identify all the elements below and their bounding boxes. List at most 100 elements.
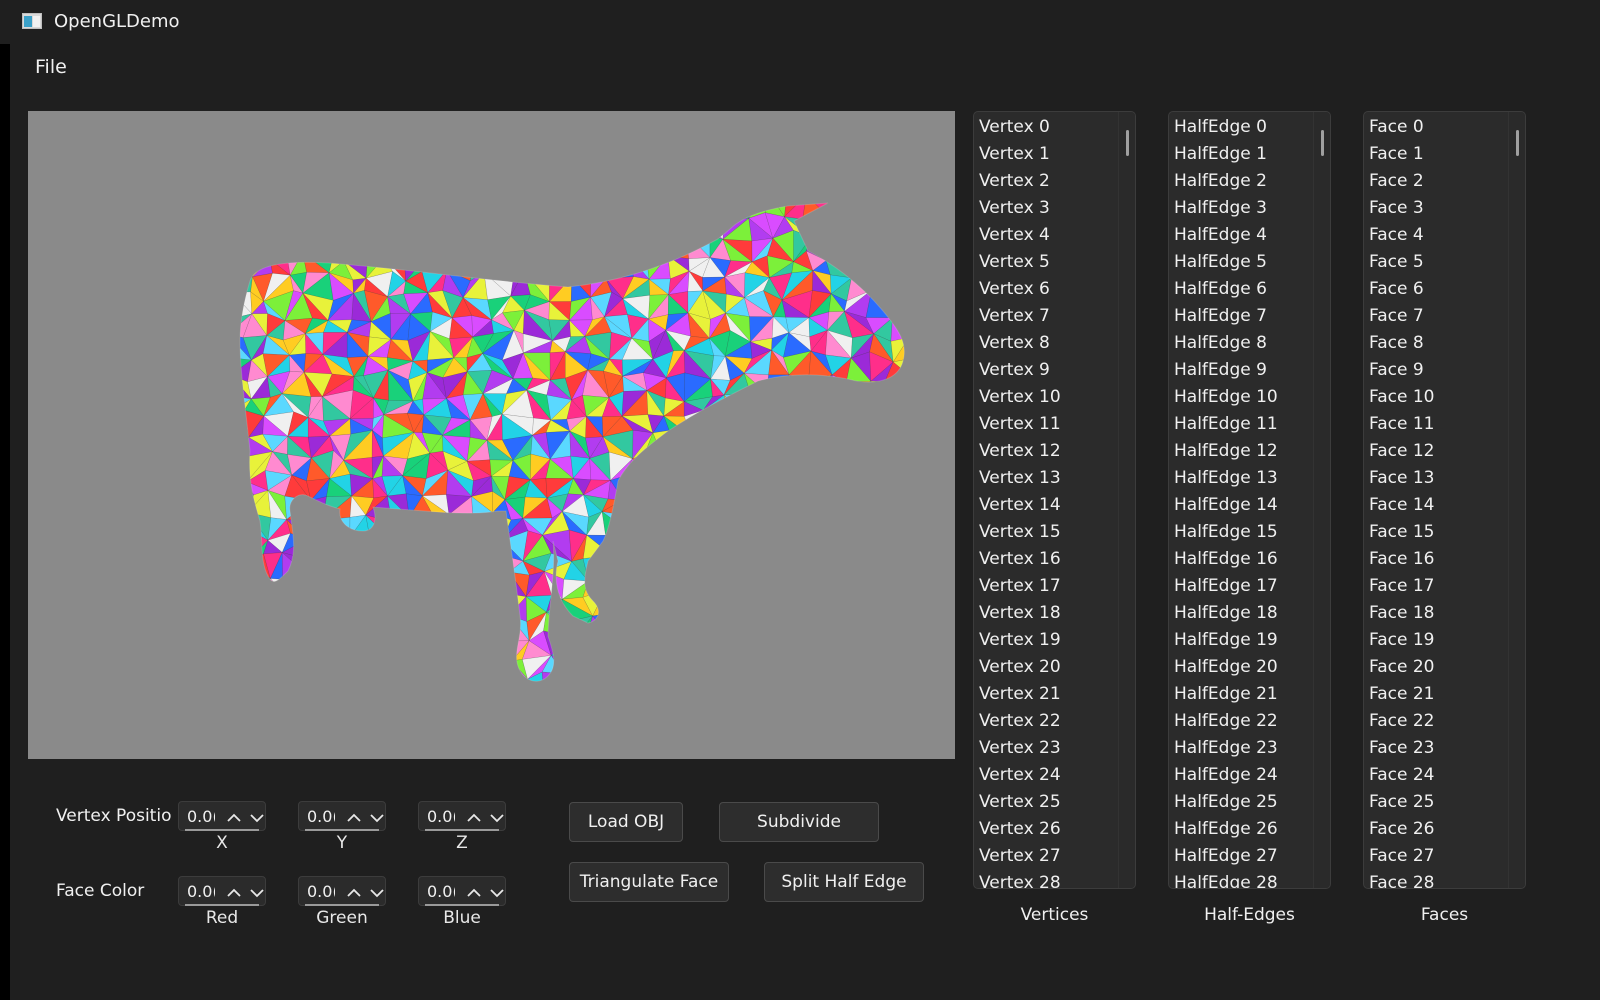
- menu-file[interactable]: File: [35, 56, 67, 78]
- chevron-down-icon[interactable]: [366, 879, 388, 905]
- list-item[interactable]: Face 3: [1364, 195, 1525, 222]
- list-item[interactable]: HalfEdge 14: [1169, 492, 1330, 519]
- subdivide-button[interactable]: Subdivide: [719, 802, 879, 842]
- list-item[interactable]: HalfEdge 23: [1169, 735, 1330, 762]
- list-item[interactable]: Face 27: [1364, 843, 1525, 870]
- chevron-up-icon[interactable]: [223, 879, 245, 905]
- list-item[interactable]: HalfEdge 6: [1169, 276, 1330, 303]
- list-item[interactable]: Vertex 8: [974, 330, 1135, 357]
- scrollbar-thumb[interactable]: [1516, 130, 1519, 156]
- list-item[interactable]: HalfEdge 24: [1169, 762, 1330, 789]
- chevron-up-icon[interactable]: [463, 804, 485, 830]
- list-item[interactable]: Face 11: [1364, 411, 1525, 438]
- list-item[interactable]: HalfEdge 12: [1169, 438, 1330, 465]
- list-item[interactable]: Face 15: [1364, 519, 1525, 546]
- list-item[interactable]: HalfEdge 21: [1169, 681, 1330, 708]
- list-item[interactable]: HalfEdge 27: [1169, 843, 1330, 870]
- list-item[interactable]: HalfEdge 0: [1169, 114, 1330, 141]
- list-item[interactable]: Face 13: [1364, 465, 1525, 492]
- list-item[interactable]: Face 9: [1364, 357, 1525, 384]
- chevron-up-icon[interactable]: [343, 879, 365, 905]
- list-item[interactable]: HalfEdge 7: [1169, 303, 1330, 330]
- list-item[interactable]: HalfEdge 28: [1169, 870, 1330, 888]
- list-item[interactable]: Vertex 25: [974, 789, 1135, 816]
- list-item[interactable]: HalfEdge 18: [1169, 600, 1330, 627]
- list-item[interactable]: HalfEdge 22: [1169, 708, 1330, 735]
- half-edges-list[interactable]: HalfEdge 0 HalfEdge 1 HalfEdge 2 HalfEdge 3…: [1168, 111, 1331, 889]
- list-item[interactable]: Vertex 20: [974, 654, 1135, 681]
- face-red-spinbox[interactable]: 0.0(: [178, 876, 266, 906]
- list-item[interactable]: Face 5: [1364, 249, 1525, 276]
- face-green-spinbox[interactable]: 0.0(: [298, 876, 386, 906]
- split-half-edge-button[interactable]: Split Half Edge: [764, 862, 924, 902]
- list-item[interactable]: HalfEdge 2: [1169, 168, 1330, 195]
- list-item[interactable]: Vertex 9: [974, 357, 1135, 384]
- list-item[interactable]: Vertex 27: [974, 843, 1135, 870]
- face-blue-spinbox[interactable]: 0.0(: [418, 876, 506, 906]
- list-item[interactable]: Face 19: [1364, 627, 1525, 654]
- list-item[interactable]: Vertex 2: [974, 168, 1135, 195]
- vertex-y-spinbox[interactable]: 0.0(: [298, 801, 386, 831]
- list-item[interactable]: Vertex 7: [974, 303, 1135, 330]
- list-item[interactable]: Face 10: [1364, 384, 1525, 411]
- list-item[interactable]: HalfEdge 8: [1169, 330, 1330, 357]
- list-item[interactable]: Vertex 21: [974, 681, 1135, 708]
- vertex-z-spinbox[interactable]: 0.0(: [418, 801, 506, 831]
- list-item[interactable]: Face 8: [1364, 330, 1525, 357]
- list-item[interactable]: Vertex 12: [974, 438, 1135, 465]
- vertex-x-spinbox[interactable]: 0.0(: [178, 801, 266, 831]
- list-item[interactable]: HalfEdge 26: [1169, 816, 1330, 843]
- list-item[interactable]: Vertex 5: [974, 249, 1135, 276]
- list-item[interactable]: Face 22: [1364, 708, 1525, 735]
- list-item[interactable]: Vertex 4: [974, 222, 1135, 249]
- list-item[interactable]: Face 14: [1364, 492, 1525, 519]
- list-item[interactable]: Face 24: [1364, 762, 1525, 789]
- list-item[interactable]: HalfEdge 9: [1169, 357, 1330, 384]
- chevron-up-icon[interactable]: [223, 804, 245, 830]
- list-item[interactable]: Face 28: [1364, 870, 1525, 888]
- list-item[interactable]: Vertex 15: [974, 519, 1135, 546]
- chevron-up-icon[interactable]: [463, 879, 485, 905]
- scrollbar-thumb[interactable]: [1321, 130, 1324, 156]
- list-item[interactable]: Vertex 24: [974, 762, 1135, 789]
- half-edges-scrollbar[interactable]: [1313, 112, 1330, 888]
- list-item[interactable]: Vertex 28: [974, 870, 1135, 888]
- list-item[interactable]: HalfEdge 15: [1169, 519, 1330, 546]
- list-item[interactable]: Vertex 16: [974, 546, 1135, 573]
- faces-list[interactable]: Face 0 Face 1 Face 2 Face 3 Face 4 Face 5 Face…: [1363, 111, 1526, 889]
- list-item[interactable]: Vertex 6: [974, 276, 1135, 303]
- list-item[interactable]: Face 12: [1364, 438, 1525, 465]
- list-item[interactable]: Face 6: [1364, 276, 1525, 303]
- load-obj-button[interactable]: Load OBJ: [569, 802, 683, 842]
- list-item[interactable]: Face 21: [1364, 681, 1525, 708]
- list-item[interactable]: Vertex 22: [974, 708, 1135, 735]
- triangulate-face-button[interactable]: Triangulate Face: [569, 862, 729, 902]
- list-item[interactable]: Face 16: [1364, 546, 1525, 573]
- chevron-down-icon[interactable]: [246, 879, 268, 905]
- list-item[interactable]: Vertex 1: [974, 141, 1135, 168]
- list-item[interactable]: HalfEdge 17: [1169, 573, 1330, 600]
- list-item[interactable]: HalfEdge 3: [1169, 195, 1330, 222]
- list-item[interactable]: Face 0: [1364, 114, 1525, 141]
- list-item[interactable]: HalfEdge 11: [1169, 411, 1330, 438]
- list-item[interactable]: Vertex 10: [974, 384, 1135, 411]
- list-item[interactable]: Vertex 14: [974, 492, 1135, 519]
- list-item[interactable]: HalfEdge 20: [1169, 654, 1330, 681]
- list-item[interactable]: HalfEdge 13: [1169, 465, 1330, 492]
- list-item[interactable]: HalfEdge 5: [1169, 249, 1330, 276]
- list-item[interactable]: HalfEdge 25: [1169, 789, 1330, 816]
- list-item[interactable]: Face 18: [1364, 600, 1525, 627]
- opengl-viewport[interactable]: [28, 111, 955, 759]
- vertices-scrollbar[interactable]: [1118, 112, 1135, 888]
- chevron-down-icon[interactable]: [486, 804, 508, 830]
- list-item[interactable]: Vertex 19: [974, 627, 1135, 654]
- scrollbar-thumb[interactable]: [1126, 130, 1129, 156]
- list-item[interactable]: Face 26: [1364, 816, 1525, 843]
- list-item[interactable]: Face 20: [1364, 654, 1525, 681]
- chevron-down-icon[interactable]: [366, 804, 388, 830]
- faces-scrollbar[interactable]: [1508, 112, 1525, 888]
- chevron-down-icon[interactable]: [486, 879, 508, 905]
- list-item[interactable]: Vertex 11: [974, 411, 1135, 438]
- list-item[interactable]: Vertex 18: [974, 600, 1135, 627]
- vertices-list[interactable]: Vertex 0 Vertex 1 Vertex 2 Vertex 3 Vertex 4…: [973, 111, 1136, 889]
